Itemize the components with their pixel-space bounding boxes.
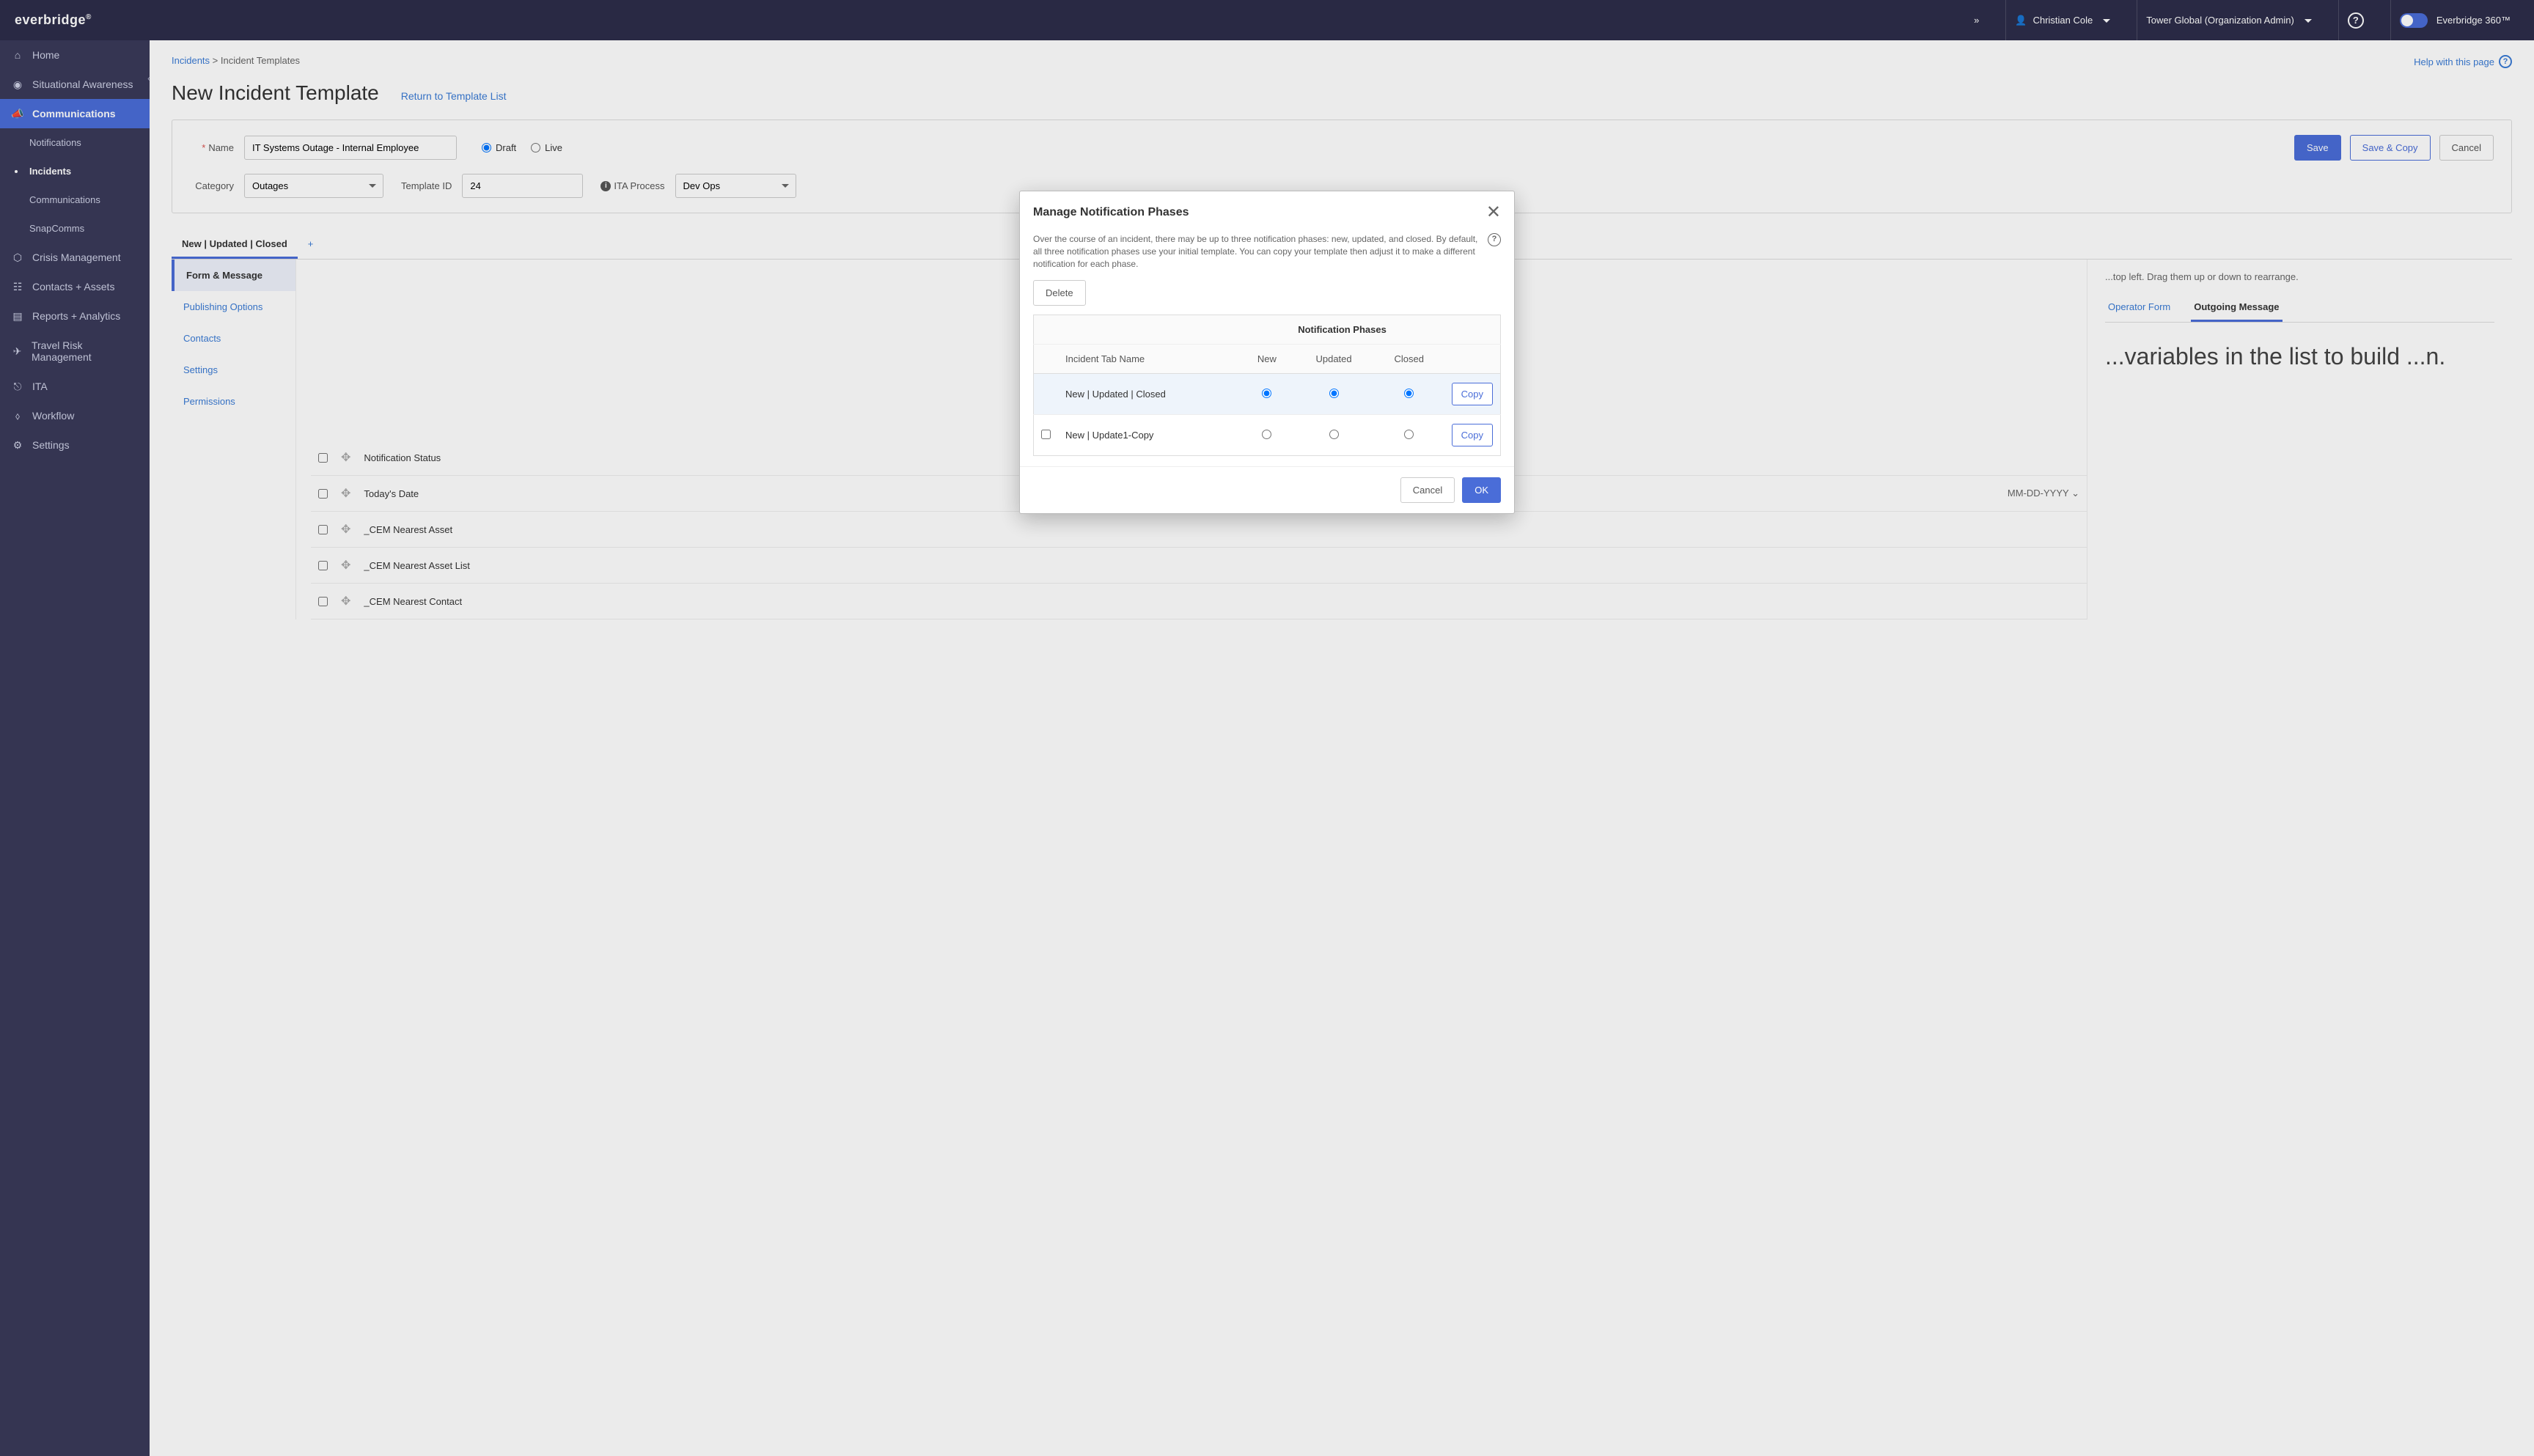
phase-table-header: Notification Phases (1240, 315, 1444, 345)
phase-closed-radio[interactable] (1404, 430, 1414, 439)
phase-updated-radio[interactable] (1329, 430, 1339, 439)
phase-new-radio[interactable] (1262, 389, 1271, 398)
delete-button[interactable]: Delete (1033, 280, 1086, 306)
phase-row[interactable]: New | Update1-Copy Copy (1034, 415, 1501, 456)
phase-row-name: New | Update1-Copy (1058, 415, 1240, 456)
copy-button[interactable]: Copy (1452, 424, 1493, 446)
phase-row[interactable]: New | Updated | Closed Copy (1034, 374, 1501, 415)
modal-ok-button[interactable]: OK (1462, 477, 1501, 503)
copy-button[interactable]: Copy (1452, 383, 1493, 405)
close-icon: ✕ (1486, 202, 1501, 222)
modal-description: Over the course of an incident, there ma… (1033, 233, 1501, 270)
col-closed: Closed (1374, 345, 1444, 374)
modal-close-button[interactable]: ✕ (1486, 202, 1501, 223)
phase-row-name: New | Updated | Closed (1058, 374, 1240, 415)
col-new: New (1240, 345, 1293, 374)
modal-backdrop: Manage Notification Phases ✕ Over the co… (0, 0, 2534, 1456)
phase-closed-radio[interactable] (1404, 389, 1414, 398)
phase-new-radio[interactable] (1262, 430, 1271, 439)
manage-phases-modal: Manage Notification Phases ✕ Over the co… (1019, 191, 1515, 514)
modal-cancel-button[interactable]: Cancel (1400, 477, 1455, 503)
modal-title: Manage Notification Phases (1033, 206, 1189, 219)
help-icon[interactable]: ? (1488, 233, 1501, 246)
phase-updated-radio[interactable] (1329, 389, 1339, 398)
phase-table: Notification Phases Incident Tab Name Ne… (1033, 315, 1501, 456)
phase-row-checkbox[interactable] (1041, 430, 1051, 439)
col-updated: Updated (1293, 345, 1374, 374)
col-tab-name: Incident Tab Name (1058, 345, 1240, 374)
